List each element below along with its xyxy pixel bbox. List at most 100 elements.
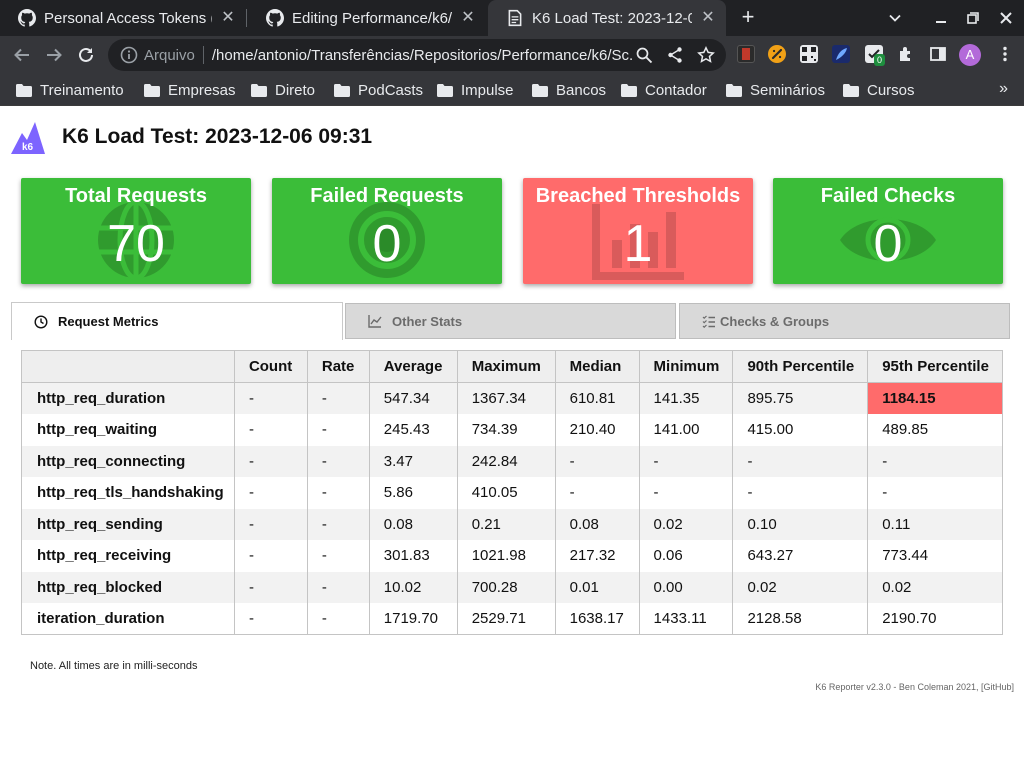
tab-checks-groups[interactable]: Checks & Groups — [679, 303, 1010, 339]
metric-value-cell: 1367.34 — [456, 382, 556, 414]
extension-coupon-icon[interactable] — [768, 45, 786, 63]
close-window-button[interactable] — [994, 6, 1018, 30]
metric-value-cell: - — [867, 445, 1003, 477]
metric-value-cell: 1021.98 — [456, 540, 556, 572]
metric-value-cell: - — [233, 382, 308, 414]
metric-value-cell: 217.32 — [554, 540, 640, 572]
metric-value-cell: - — [732, 477, 869, 509]
profile-avatar[interactable]: A — [959, 44, 981, 66]
metric-value-cell: 3.47 — [368, 445, 458, 477]
bookmark-star-icon[interactable] — [697, 46, 715, 64]
github-icon — [18, 9, 36, 27]
browser-tab-personal-access-tokens[interactable]: Personal Access Tokens ( ✕ — [0, 0, 246, 36]
extension-pdf-icon[interactable] — [737, 45, 755, 63]
metric-value-cell: 1638.17 — [554, 603, 640, 635]
bookmark-folder-direto[interactable]: Direto — [251, 80, 315, 100]
bookmark-folder-impulse[interactable]: Impulse — [437, 80, 514, 100]
metric-value-cell: 0.02 — [867, 571, 1003, 603]
close-icon[interactable]: ✕ — [220, 10, 236, 26]
metric-value-cell: 0.08 — [554, 508, 640, 540]
bookmark-label: Contador — [645, 81, 707, 99]
info-icon[interactable] — [120, 46, 138, 64]
address-url[interactable]: /home/antonio/Transferências/Repositorio… — [212, 47, 632, 64]
table-row: http_req_connecting - -3.47 242.84- - - - — [21, 445, 1003, 477]
tab-divider — [246, 9, 247, 27]
metric-name-cell: http_req_sending — [21, 508, 235, 540]
new-tab-button[interactable]: + — [736, 6, 760, 30]
k6-logo-icon: k6 — [11, 122, 45, 154]
zoom-search-icon[interactable] — [635, 46, 653, 64]
close-icon[interactable]: ✕ — [460, 10, 476, 26]
card-breached-thresholds: Breached Thresholds 1 — [523, 178, 753, 284]
metric-value-cell: - — [867, 477, 1003, 509]
metric-value-cell: - — [638, 477, 734, 509]
bookmark-folder-empresas[interactable]: Empresas — [144, 80, 236, 100]
extension-feather-icon[interactable] — [832, 45, 850, 63]
bookmark-folder-seminarios[interactable]: Seminários — [726, 80, 825, 100]
metric-value-cell: 700.28 — [456, 571, 556, 603]
kebab-menu-icon[interactable] — [996, 45, 1014, 63]
tab-request-metrics[interactable]: Request Metrics — [11, 302, 343, 340]
metric-value-cell: - — [306, 477, 370, 509]
back-arrow-icon[interactable] — [10, 43, 34, 67]
bookmark-label: Empresas — [168, 81, 236, 99]
request-metrics-table: Count Rate Average Maximum Median Minimu… — [21, 350, 1003, 635]
card-failed-requests: Failed Requests 0 — [272, 178, 502, 284]
browser-tab-strip: Personal Access Tokens ( ✕ Editing Perfo… — [0, 0, 1024, 36]
bookmark-folder-bancos[interactable]: Bancos — [532, 80, 606, 100]
metric-value-cell: - — [233, 414, 308, 446]
extensions-puzzle-icon[interactable] — [897, 45, 915, 63]
metric-value-cell: 242.84 — [456, 445, 556, 477]
report-tabs: Request Metrics Other Stats Checks & Gro… — [11, 302, 1011, 340]
bookmark-folder-podcasts[interactable]: PodCasts — [334, 80, 423, 100]
share-icon[interactable] — [666, 46, 684, 64]
metric-value-cell: 5.86 — [368, 477, 458, 509]
clock-icon — [34, 314, 48, 329]
minimize-button[interactable] — [929, 6, 953, 30]
card-value: 0 — [873, 215, 903, 273]
tab-other-stats[interactable]: Other Stats — [345, 303, 676, 339]
bookmarks-bar: Treinamento Empresas Direto PodCasts Imp… — [0, 74, 1024, 106]
report-page: k6 K6 Load Test: 2023-12-06 09:31 Total … — [0, 107, 1024, 768]
bookmark-folder-contador[interactable]: Contador — [621, 80, 707, 100]
metric-value-cell: 410.05 — [456, 477, 556, 509]
reload-icon[interactable] — [74, 43, 98, 67]
extension-checklist-icon[interactable]: 0 — [865, 45, 886, 66]
metric-value-cell: - — [233, 603, 308, 635]
metric-value-cell: 734.39 — [456, 414, 556, 446]
metric-value-cell: - — [233, 508, 308, 540]
bookmark-folder-cursos[interactable]: Cursos — [843, 80, 915, 100]
browser-tab-editing-performance[interactable]: Editing Performance/k6/ ✕ — [248, 0, 486, 36]
side-panel-icon[interactable] — [929, 45, 947, 63]
svg-text:k6: k6 — [22, 142, 34, 153]
bookmarks-overflow-chevron-icon[interactable]: » — [999, 80, 1008, 98]
bookmark-label: Treinamento — [40, 81, 124, 99]
card-value: 70 — [107, 215, 165, 273]
bookmark-label: Direto — [275, 81, 316, 99]
bookmark-folder-treinamento[interactable]: Treinamento — [16, 80, 124, 100]
column-header: 95th Percentile — [867, 350, 1003, 383]
page-title: K6 Load Test: 2023-12-06 09:31 — [62, 125, 373, 148]
metric-value-cell: - — [306, 571, 370, 603]
metric-name-cell: http_req_receiving — [21, 540, 235, 572]
extension-qr-code-icon[interactable] — [800, 45, 818, 63]
restore-button[interactable] — [961, 6, 985, 30]
metric-value-cell: 489.85 — [867, 414, 1003, 446]
line-chart-icon — [368, 315, 382, 328]
table-body: http_req_duration - -547.34 1367.34 610.81 14… — [21, 382, 1003, 635]
metric-value-cell: - — [306, 445, 370, 477]
browser-tab-k6-load-test[interactable]: K6 Load Test: 2023-12-06 0 ✕ — [488, 0, 726, 36]
table-row: http_req_duration - -547.34 1367.34 610.81 14… — [21, 382, 1003, 414]
tab-label: Other Stats — [392, 313, 463, 329]
footer-credits: K6 Reporter v2.3.0 - Ben Coleman 2021, [… — [815, 682, 1014, 692]
metric-value-cell: 1433.11 — [638, 603, 734, 635]
metric-value-cell: - — [233, 477, 308, 509]
tab-search-chevron-icon[interactable] — [883, 6, 907, 30]
address-bar[interactable]: Arquivo /home/antonio/Transferências/Rep… — [108, 39, 726, 71]
card-label: Failed Checks — [820, 185, 956, 207]
table-row: http_req_tls_handshaking - -5.86 410.05- - - - — [21, 477, 1003, 509]
close-icon[interactable]: ✕ — [700, 10, 716, 26]
forward-arrow-icon[interactable] — [42, 43, 66, 67]
folder-icon — [621, 83, 637, 97]
metric-value-cell: 773.44 — [867, 540, 1003, 572]
